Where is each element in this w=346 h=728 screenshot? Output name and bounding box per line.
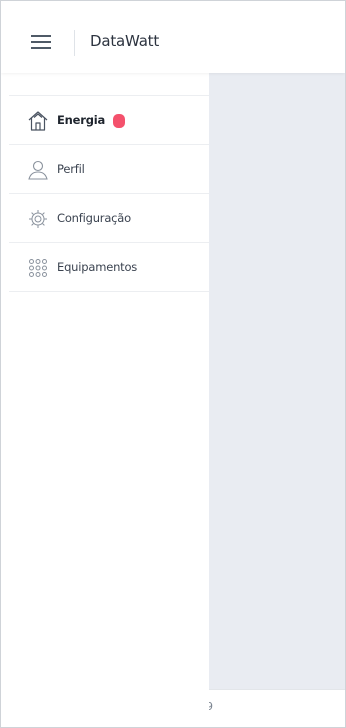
menu-toggle-icon[interactable] (31, 35, 51, 49)
sidebar: Energia Perfil Configuração Equipamentos (1, 73, 209, 727)
main-content (209, 73, 345, 689)
sidebar-item-label: Perfil (57, 162, 85, 176)
sidebar-menu: Energia Perfil Configuração Equipamentos (9, 96, 209, 292)
sidebar-item-equipamentos[interactable]: Equipamentos (9, 243, 209, 292)
sidebar-item-perfil[interactable]: Perfil (9, 145, 209, 194)
notification-badge (113, 114, 125, 128)
footer: 9 (206, 689, 345, 727)
user-icon (27, 159, 49, 181)
brand-title: DataWatt (90, 32, 160, 50)
sidebar-item-configuracao[interactable]: Configuração (9, 194, 209, 243)
sidebar-item-label: Energia (57, 113, 106, 127)
sidebar-item-energia[interactable]: Energia (9, 96, 209, 145)
sidebar-item-label: Configuração (57, 211, 131, 225)
home-icon (27, 110, 49, 132)
sidebar-item-label: Equipamentos (57, 260, 138, 274)
top-bar: DataWatt (1, 1, 345, 73)
grid-icon (27, 257, 49, 279)
topbar-divider (74, 30, 75, 56)
app-window: DataWatt 9 Energia Perfil Configuração E… (0, 0, 346, 728)
gear-icon (27, 208, 49, 230)
